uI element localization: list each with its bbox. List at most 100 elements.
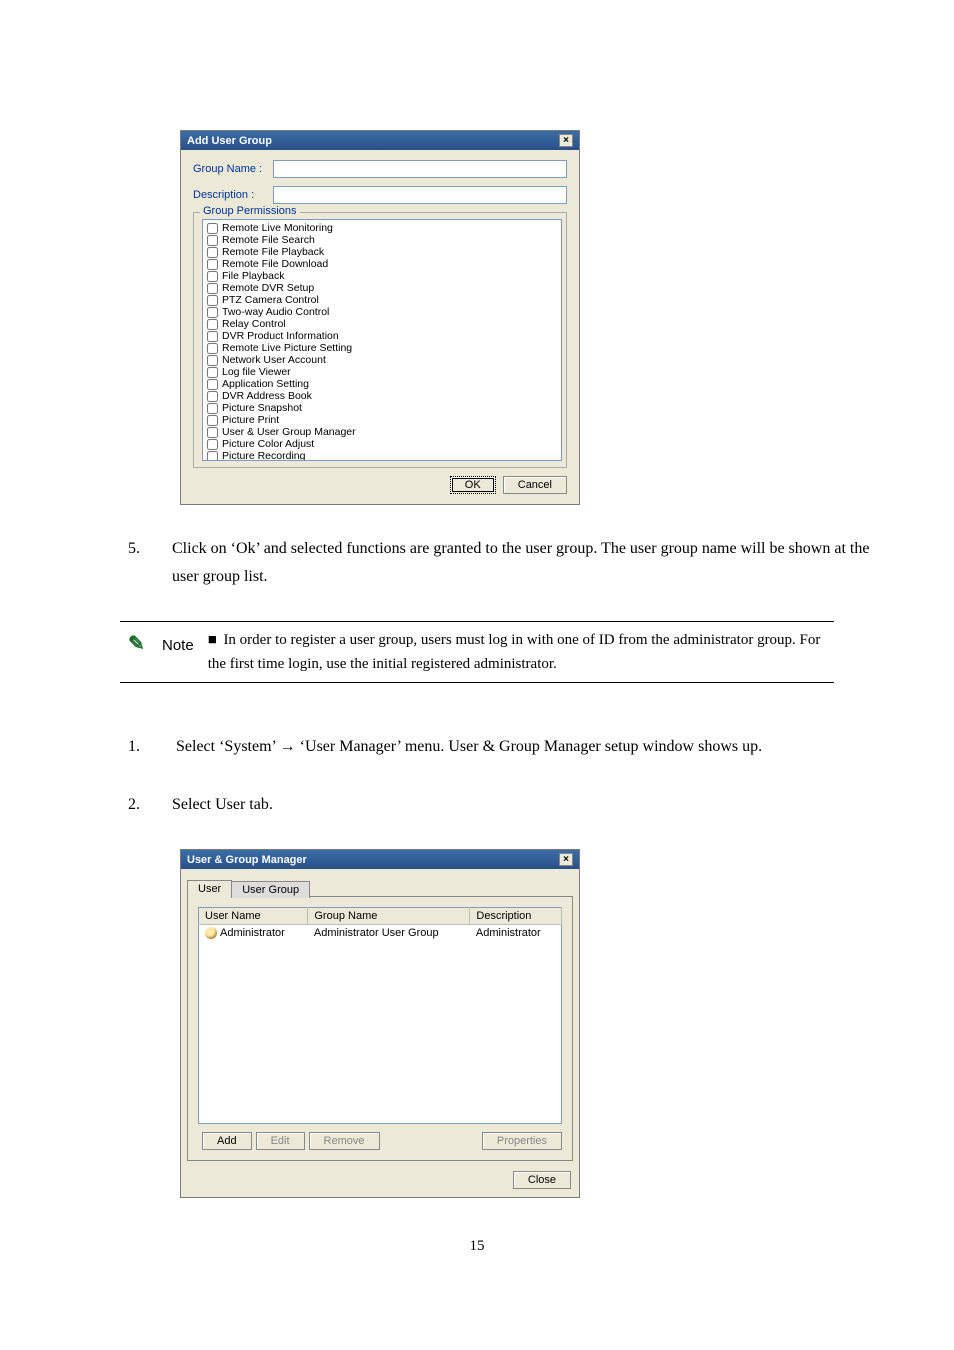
table-row [199, 1067, 562, 1081]
table-row [199, 1095, 562, 1109]
user-icon [205, 927, 217, 939]
permission-label: Application Setting [222, 378, 309, 390]
add-button[interactable]: Add [202, 1132, 252, 1150]
step-2-text: 2.Select User tab. [150, 791, 874, 819]
permission-label: Remote File Download [222, 258, 328, 270]
table-row [199, 955, 562, 969]
permissions-group: Group Permissions Remote Live Monitoring… [193, 212, 567, 468]
col-group-name[interactable]: Group Name [308, 908, 470, 925]
table-row [199, 1053, 562, 1067]
permission-item[interactable]: Remote Live Monitoring [207, 222, 557, 234]
permission-checkbox[interactable] [207, 343, 218, 354]
step-2-content: Select User tab. [172, 796, 273, 813]
permission-checkbox[interactable] [207, 439, 218, 450]
permission-checkbox[interactable] [207, 319, 218, 330]
permission-label: Remote File Playback [222, 246, 324, 258]
close-icon[interactable]: × [559, 853, 573, 866]
permission-checkbox[interactable] [207, 307, 218, 318]
step-1-text: 1. Select ‘System’ → ‘User Manager’ menu… [150, 733, 874, 761]
step-1-content: Select ‘System’ → ‘User Manager’ menu. U… [176, 738, 762, 755]
permission-item[interactable]: Picture Color Adjust [207, 438, 557, 450]
permission-item[interactable]: File Playback [207, 270, 557, 282]
permission-item[interactable]: PTZ Camera Control [207, 294, 557, 306]
permission-checkbox[interactable] [207, 331, 218, 342]
tab-user[interactable]: User [187, 880, 232, 897]
permission-label: DVR Product Information [222, 330, 339, 342]
remove-button[interactable]: Remove [309, 1132, 380, 1150]
permission-label: Picture Print [222, 414, 279, 426]
note-label: Note [162, 634, 194, 658]
user-table: User Name Group Name Description Adminis… [198, 907, 562, 1124]
permission-item[interactable]: DVR Address Book [207, 390, 557, 402]
dialog-title: User & Group Manager [187, 854, 307, 866]
permission-label: Remote Live Picture Setting [222, 342, 352, 354]
permission-item[interactable]: Picture Recording [207, 450, 557, 461]
edit-button[interactable]: Edit [256, 1132, 305, 1150]
permission-label: Remote Live Monitoring [222, 222, 333, 234]
permission-item[interactable]: Remote File Search [207, 234, 557, 246]
permission-item[interactable]: Picture Print [207, 414, 557, 426]
user-group-manager-dialog: User & Group Manager × User User Group U… [180, 849, 580, 1198]
cancel-button[interactable]: Cancel [503, 476, 567, 494]
permission-label: Relay Control [222, 318, 286, 330]
permission-checkbox[interactable] [207, 451, 218, 462]
table-row [199, 1011, 562, 1025]
permission-label: Network User Account [222, 354, 326, 366]
table-row [199, 997, 562, 1011]
permission-checkbox[interactable] [207, 367, 218, 378]
permission-checkbox[interactable] [207, 235, 218, 246]
table-row [199, 941, 562, 955]
permission-item[interactable]: Log file Viewer [207, 366, 557, 378]
table-row [199, 969, 562, 983]
close-button[interactable]: Close [513, 1171, 571, 1189]
group-name-label: Group Name : [193, 163, 273, 175]
add-user-group-dialog: Add User Group × Group Name : Descriptio… [180, 130, 580, 505]
permission-item[interactable]: Relay Control [207, 318, 557, 330]
permission-item[interactable]: User & User Group Manager [207, 426, 557, 438]
permission-item[interactable]: Picture Snapshot [207, 402, 557, 414]
permission-checkbox[interactable] [207, 259, 218, 270]
permission-checkbox[interactable] [207, 415, 218, 426]
permission-item[interactable]: Application Setting [207, 378, 557, 390]
properties-button[interactable]: Properties [482, 1132, 562, 1150]
titlebar: User & Group Manager × [181, 850, 579, 869]
permissions-list[interactable]: Remote Live MonitoringRemote File Search… [202, 219, 562, 461]
step-5-content: Click on ‘Ok’ and selected functions are… [172, 540, 869, 585]
permission-checkbox[interactable] [207, 391, 218, 402]
permission-checkbox[interactable] [207, 247, 218, 258]
description-label: Description : [193, 189, 273, 201]
titlebar: Add User Group × [181, 131, 579, 150]
col-description[interactable]: Description [470, 908, 562, 925]
table-row [199, 1025, 562, 1039]
permissions-legend: Group Permissions [200, 205, 300, 217]
table-row [199, 1109, 562, 1123]
permission-checkbox[interactable] [207, 403, 218, 414]
group-name-input[interactable] [273, 160, 567, 178]
permission-item[interactable]: DVR Product Information [207, 330, 557, 342]
permission-item[interactable]: Remote File Playback [207, 246, 557, 258]
permission-item[interactable]: Remote Live Picture Setting [207, 342, 557, 354]
permission-checkbox[interactable] [207, 271, 218, 282]
permission-item[interactable]: Two-way Audio Control [207, 306, 557, 318]
permission-item[interactable]: Remote File Download [207, 258, 557, 270]
permission-label: Picture Snapshot [222, 402, 302, 414]
note-box: ✎ Note ■ In order to register a user gro… [120, 621, 834, 683]
permission-label: PTZ Camera Control [222, 294, 319, 306]
permission-checkbox[interactable] [207, 223, 218, 234]
description-input[interactable] [273, 186, 567, 204]
permission-checkbox[interactable] [207, 295, 218, 306]
tab-user-group[interactable]: User Group [231, 881, 310, 898]
permission-checkbox[interactable] [207, 355, 218, 366]
permission-label: File Playback [222, 270, 284, 282]
close-icon[interactable]: × [559, 134, 573, 147]
permission-item[interactable]: Network User Account [207, 354, 557, 366]
col-user-name[interactable]: User Name [199, 908, 308, 925]
permission-item[interactable]: Remote DVR Setup [207, 282, 557, 294]
ok-button[interactable]: OK [450, 476, 496, 494]
permission-checkbox[interactable] [207, 379, 218, 390]
permission-checkbox[interactable] [207, 427, 218, 438]
table-row[interactable]: Administrator Administrator User Group A… [199, 925, 562, 942]
permission-label: DVR Address Book [222, 390, 312, 402]
permission-checkbox[interactable] [207, 283, 218, 294]
permission-label: Picture Color Adjust [222, 438, 314, 450]
